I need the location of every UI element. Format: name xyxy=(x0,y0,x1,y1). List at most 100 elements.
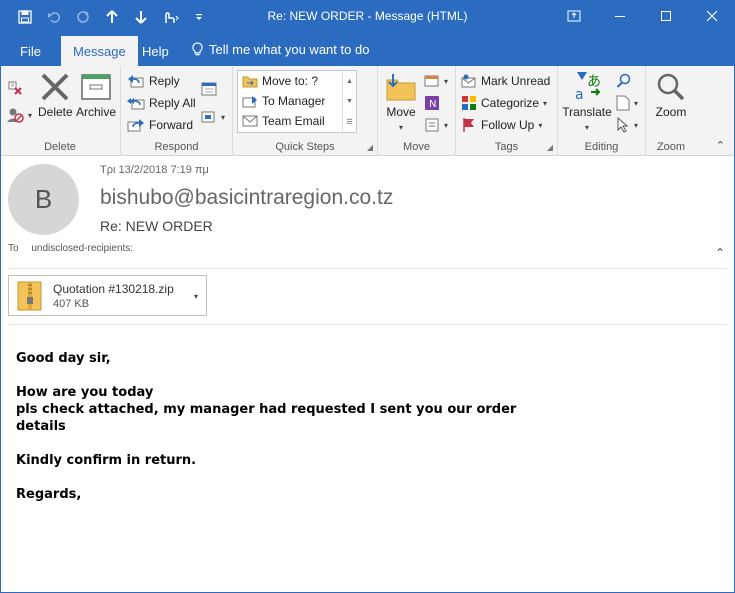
onenote-button[interactable]: N xyxy=(424,92,440,114)
expand-icon[interactable]: ☰ xyxy=(346,118,352,126)
delete-label: Delete xyxy=(38,105,73,119)
categorize-button[interactable]: Categorize ▾ xyxy=(461,92,547,114)
categorize-icon xyxy=(461,95,477,111)
ignore-button[interactable] xyxy=(6,76,24,98)
window-controls xyxy=(551,0,735,32)
translate-button[interactable]: あa Translate ▾ xyxy=(560,70,614,133)
body-line: Good day sir, xyxy=(16,351,111,366)
quick-step-label: To Manager xyxy=(262,94,326,108)
quick-steps-group-label: Quick Steps xyxy=(275,141,335,153)
chevron-down-icon: ▾ xyxy=(634,120,639,130)
tab-help[interactable]: Help xyxy=(130,36,181,66)
reply-all-icon xyxy=(127,95,145,111)
forward-button[interactable]: Forward xyxy=(127,114,193,136)
follow-up-button[interactable]: Follow Up ▾ xyxy=(461,114,542,136)
message-body: Good day sir, How are you today pls chec… xyxy=(16,350,716,503)
chevron-down-icon: ▾ xyxy=(543,98,548,108)
zip-file-icon xyxy=(17,281,43,311)
chevron-down-icon: ▾ xyxy=(538,120,543,130)
cursor-icon xyxy=(616,117,630,133)
quick-step-team-email[interactable]: Team Email xyxy=(238,111,356,131)
editing-group-label: Editing xyxy=(584,141,619,153)
forward-icon xyxy=(127,117,145,133)
tab-message[interactable]: Message xyxy=(61,36,138,66)
find-button[interactable] xyxy=(616,70,632,92)
recipients-line: To undisclosed-recipients: xyxy=(8,243,133,254)
delete-button[interactable]: Delete xyxy=(38,72,73,119)
quick-steps-gallery: Move to: ? To Manager Team Email ▲ ▼ ☰ xyxy=(237,70,357,133)
actions-button[interactable]: ▾ xyxy=(424,114,448,136)
translate-icon: あa xyxy=(571,70,603,102)
svg-text:a: a xyxy=(575,87,584,102)
body-line: How are you today xyxy=(16,385,154,400)
more-respond-icon xyxy=(201,109,217,125)
zoom-label: Zoom xyxy=(655,105,687,119)
chevron-down-icon[interactable]: ▾ xyxy=(194,292,198,301)
onenote-icon: N xyxy=(424,95,440,111)
chevron-down-icon: ▾ xyxy=(444,120,449,130)
more-respond-button[interactable]: ▾ xyxy=(201,106,225,128)
collapse-ribbon-icon[interactable]: ⌃ xyxy=(716,139,725,152)
junk-icon xyxy=(6,106,24,124)
move-button[interactable]: Move ▾ xyxy=(384,72,418,133)
scroll-up-icon[interactable]: ▲ xyxy=(346,78,353,85)
message-date: Τρι 13/2/2018 7:19 πμ xyxy=(100,164,209,176)
dialog-launcher-icon[interactable]: ◢ xyxy=(367,143,373,152)
move-label: Move xyxy=(386,105,416,119)
mark-unread-button[interactable]: Mark Unread xyxy=(461,70,550,92)
select-button[interactable]: ▾ xyxy=(616,114,638,136)
reply-label: Reply xyxy=(149,74,180,88)
delete-x-icon xyxy=(39,72,71,102)
tab-file[interactable]: File xyxy=(8,36,53,66)
chevron-down-icon: ▾ xyxy=(398,123,403,132)
to-value[interactable]: undisclosed-recipients: xyxy=(31,243,133,254)
dialog-launcher-icon[interactable]: ◢ xyxy=(547,143,553,152)
reply-icon xyxy=(127,73,145,89)
junk-button[interactable]: ▾ xyxy=(6,104,32,126)
reply-button[interactable]: Reply xyxy=(127,70,180,92)
chevron-down-icon: ▾ xyxy=(584,123,589,132)
tags-group-label: Tags xyxy=(494,141,519,153)
move-group: Move ▾ ▾ N ▾ Move xyxy=(378,66,456,156)
maximize-icon[interactable] xyxy=(643,0,689,32)
collapse-header-icon[interactable]: ⌃ xyxy=(715,246,725,260)
tell-me-search[interactable]: Tell me what you want to do xyxy=(192,42,369,57)
scroll-down-icon[interactable]: ▼ xyxy=(346,98,353,105)
follow-up-label: Follow Up xyxy=(481,118,535,132)
editing-group: あa Translate ▾ ▾ ▾ Editing xyxy=(558,66,646,156)
forward-label: Forward xyxy=(149,118,194,132)
tell-me-text: Tell me what you want to do xyxy=(209,42,370,57)
respond-group-label: Respond xyxy=(154,141,199,153)
reply-all-label: Reply All xyxy=(149,96,196,110)
delete-group-label: Delete xyxy=(44,141,76,153)
svg-text:あ: あ xyxy=(587,74,601,90)
body-line: Regards, xyxy=(16,487,82,502)
zoom-button[interactable]: Zoom xyxy=(650,72,692,119)
actions-icon xyxy=(424,117,440,133)
to-label: To xyxy=(8,243,19,254)
quick-step-move-to[interactable]: Move to: ? xyxy=(238,71,356,91)
sender-avatar: B xyxy=(8,164,79,235)
quick-step-to-manager[interactable]: To Manager xyxy=(238,91,356,111)
tags-group: Mark Unread Categorize ▾ Follow Up ▾ Tag… xyxy=(456,66,558,156)
related-button[interactable]: ▾ xyxy=(616,92,638,114)
title-bar: Re: NEW ORDER - Message (HTML) xyxy=(0,0,735,34)
translate-label: Translate xyxy=(562,105,612,119)
meeting-reply-button[interactable] xyxy=(201,78,217,100)
ribbon-display-icon[interactable] xyxy=(551,0,597,32)
mark-unread-label: Mark Unread xyxy=(481,74,551,88)
body-line: pls check attached, my manager had reque… xyxy=(16,402,517,417)
categorize-label: Categorize xyxy=(481,96,540,110)
ribbon-tabs: File Message Help Tell me what you want … xyxy=(0,34,735,66)
reply-all-button[interactable]: Reply All xyxy=(127,92,196,114)
sender-address[interactable]: bishubo@basicintraregion.co.tz xyxy=(100,186,393,210)
attachment-card[interactable]: Quotation #130218.zip 407 KB ▾ xyxy=(8,275,207,316)
minimize-icon[interactable] xyxy=(597,0,643,32)
archive-button[interactable]: Archive xyxy=(74,72,118,119)
close-icon[interactable] xyxy=(689,0,735,32)
calendar-icon xyxy=(201,81,217,97)
rules-button[interactable]: ▾ xyxy=(424,70,448,92)
move-to-icon xyxy=(242,74,258,88)
quick-steps-scroll[interactable]: ▲ ▼ ☰ xyxy=(342,71,356,132)
chevron-down-icon: ▾ xyxy=(221,112,226,122)
